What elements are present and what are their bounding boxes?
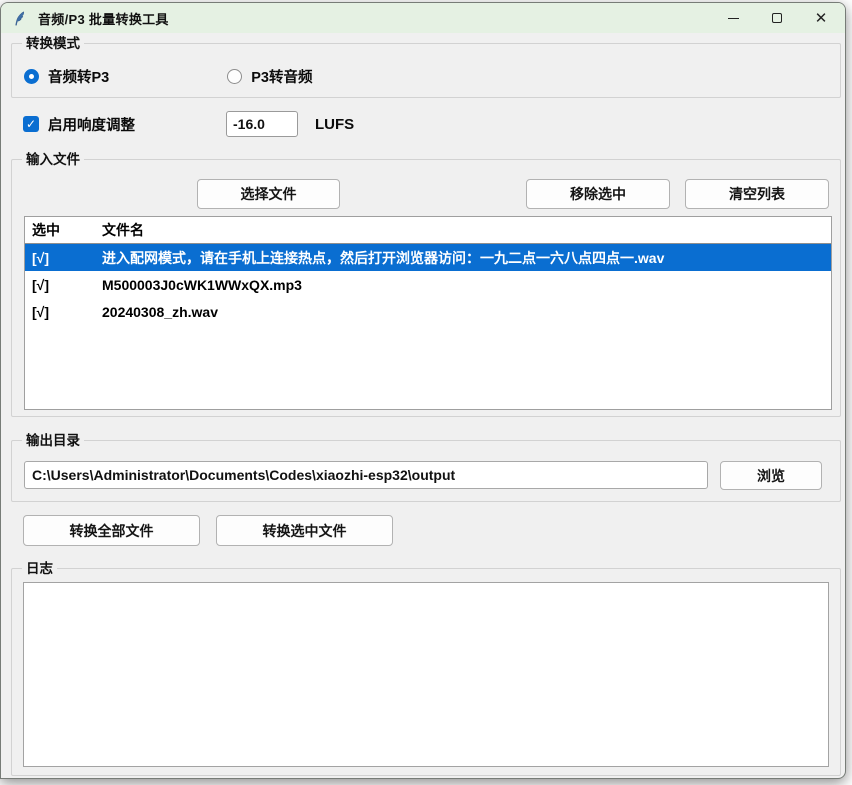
minimize-icon — [728, 18, 739, 19]
select-files-button[interactable]: 选择文件 — [197, 179, 340, 209]
file-checked-mark: [√] — [25, 277, 102, 293]
radio-audio-to-p3-label: 音频转P3 — [48, 66, 109, 87]
file-checked-mark: [√] — [25, 250, 102, 266]
python-feather-icon — [12, 10, 29, 27]
radio-selected-icon — [24, 69, 39, 84]
input-files-group-label: 输入文件 — [22, 151, 84, 168]
file-checked-mark: [√] — [25, 304, 102, 320]
header-checked: 选中 — [25, 220, 102, 240]
log-group-label: 日志 — [22, 560, 57, 577]
window-title: 音频/P3 批量转换工具 — [38, 9, 169, 28]
radio-unselected-icon — [227, 69, 242, 84]
maximize-icon — [772, 13, 782, 23]
file-row[interactable]: [√] 20240308_zh.wav — [25, 298, 831, 325]
clear-list-button[interactable]: 清空列表 — [685, 179, 829, 209]
file-name: 20240308_zh.wav — [102, 304, 831, 320]
convert-selected-button[interactable]: 转换选中文件 — [216, 515, 393, 546]
loudness-row: ✓ 启用响度调整 LUFS — [23, 111, 354, 137]
close-button[interactable]: ✕ — [799, 3, 843, 33]
file-row[interactable]: [√] M500003J0cWK1WWxQX.mp3 — [25, 271, 831, 298]
file-name: 进入配网模式，请在手机上连接热点，然后打开浏览器访问：一九二点一六八点四点一.w… — [102, 248, 831, 268]
mode-group: 转换模式 音频转P3 P3转音频 — [11, 43, 841, 98]
file-list-header: 选中 文件名 — [25, 217, 831, 244]
loudness-checkbox[interactable]: ✓ — [23, 116, 39, 132]
loudness-checkbox-label: 启用响度调整 — [48, 114, 135, 135]
lufs-unit-label: LUFS — [315, 116, 354, 133]
convert-all-button[interactable]: 转换全部文件 — [23, 515, 200, 546]
file-row[interactable]: [√] 进入配网模式，请在手机上连接热点，然后打开浏览器访问：一九二点一六八点四… — [25, 244, 831, 271]
loudness-value-input[interactable] — [226, 111, 298, 137]
minimize-button[interactable] — [711, 3, 755, 33]
input-files-group: 输入文件 选择文件 移除选中 清空列表 选中 文件名 [√] 进入配网模式，请在… — [11, 159, 841, 417]
output-path-input[interactable] — [24, 461, 708, 489]
output-dir-group: 输出目录 浏览 — [11, 440, 841, 502]
maximize-button[interactable] — [755, 3, 799, 33]
remove-selected-button[interactable]: 移除选中 — [526, 179, 670, 209]
app-window: 音频/P3 批量转换工具 ✕ 转换模式 音频转P3 P3转音频 ✓ 启用响度调整… — [0, 2, 846, 779]
radio-p3-to-audio-label: P3转音频 — [251, 66, 312, 87]
close-icon: ✕ — [815, 11, 828, 26]
output-dir-group-label: 输出目录 — [22, 432, 84, 449]
radio-audio-to-p3[interactable]: 音频转P3 — [24, 66, 109, 87]
titlebar[interactable]: 音频/P3 批量转换工具 ✕ — [1, 3, 845, 33]
header-filename: 文件名 — [102, 220, 831, 240]
file-name: M500003J0cWK1WWxQX.mp3 — [102, 277, 831, 293]
log-group: 日志 — [11, 568, 841, 776]
log-textarea[interactable] — [23, 582, 829, 767]
file-list[interactable]: 选中 文件名 [√] 进入配网模式，请在手机上连接热点，然后打开浏览器访问：一九… — [24, 216, 832, 410]
browse-button[interactable]: 浏览 — [720, 461, 822, 490]
mode-group-label: 转换模式 — [22, 35, 84, 52]
radio-p3-to-audio[interactable]: P3转音频 — [227, 66, 312, 87]
